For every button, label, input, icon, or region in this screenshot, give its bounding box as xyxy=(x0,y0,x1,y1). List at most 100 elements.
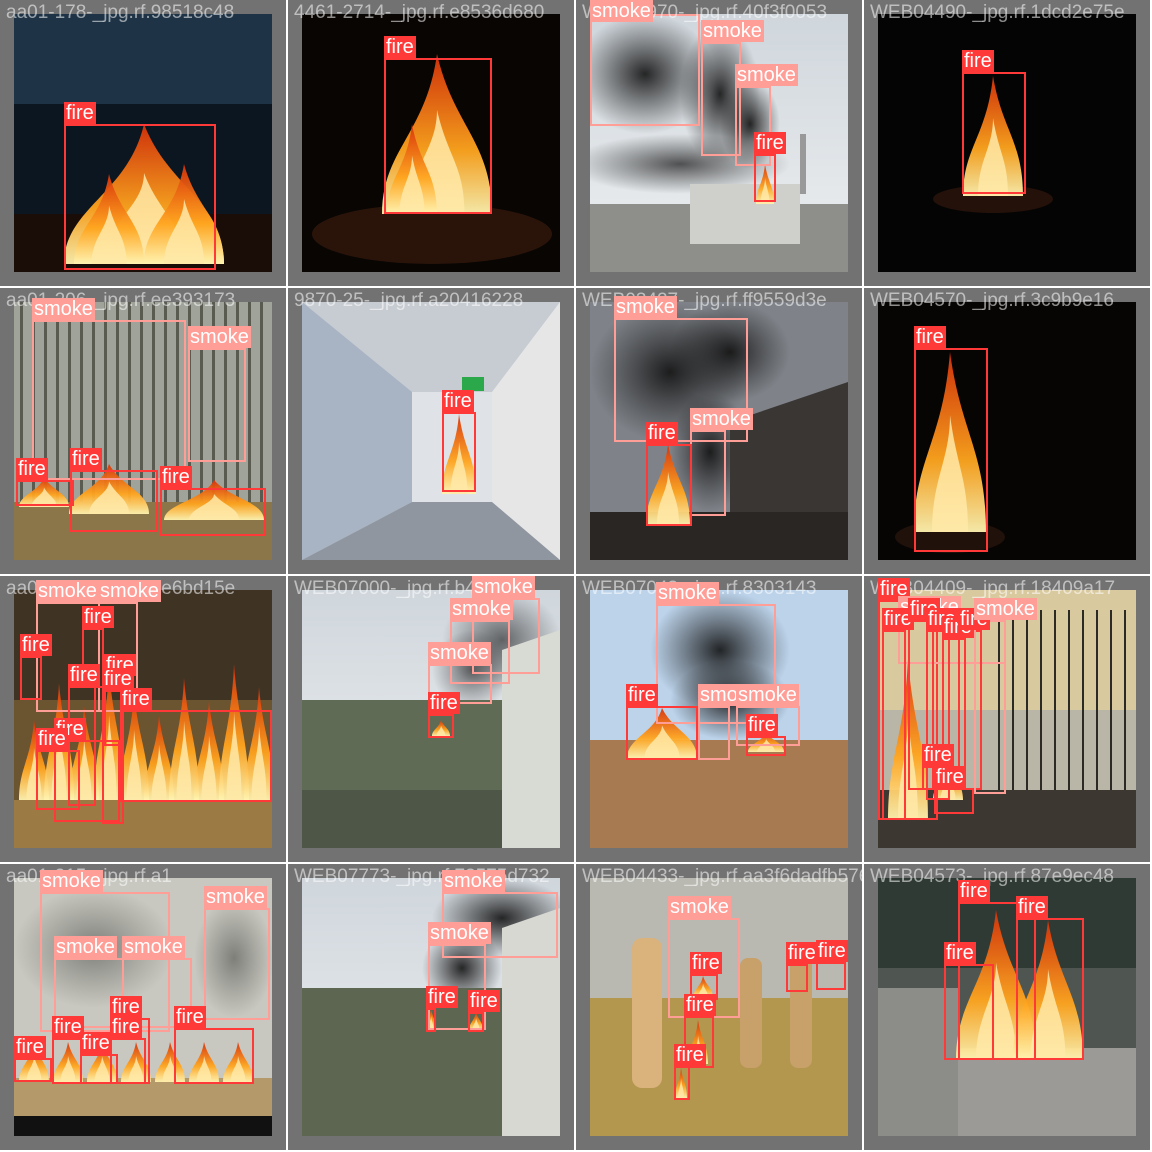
fire-label-tag: fire xyxy=(934,766,966,788)
fire-bounding-box xyxy=(174,1028,254,1084)
fire-label-tag: fire xyxy=(82,606,114,628)
smoke-label-tag: smoke xyxy=(442,870,505,892)
smoke-label-tag: smoke xyxy=(40,870,103,892)
fire-bounding-box xyxy=(754,154,776,202)
fire-label-tag: fire xyxy=(80,1032,112,1054)
fire-label-tag: fire xyxy=(160,466,192,488)
mosaic-tile: WEB04409-_jpg.rf.18409a17firesmokefirefi… xyxy=(864,576,1150,862)
fire-label-tag: fire xyxy=(690,952,722,974)
fire-bounding-box xyxy=(428,714,454,738)
fire-bounding-box xyxy=(674,1066,690,1100)
mosaic-tile: aa01-201-_jpg.rf.0e6bd15esmokesmokefiref… xyxy=(0,576,286,862)
fire-bounding-box xyxy=(816,962,846,990)
fire-bounding-box xyxy=(102,690,124,824)
smoke-bounding-box xyxy=(32,320,186,480)
smoke-label-tag: smoke xyxy=(736,684,799,706)
fire-bounding-box xyxy=(934,788,974,814)
tile-filename: WEB04570-_jpg.rf.3c9b9e16 xyxy=(870,290,1114,311)
fire-label-tag: fire xyxy=(626,684,658,706)
fire-label-tag: fire xyxy=(14,1036,46,1058)
smoke-label-tag: smoke xyxy=(472,576,535,598)
smoke-label-tag: smoke xyxy=(668,896,731,918)
mosaic-tile: WEB07000-_jpg.rf.b4b2a0e smoke smoke smoke f… xyxy=(288,576,574,862)
fire-label-tag: fire xyxy=(384,36,416,58)
smoke-label-tag: smoke xyxy=(36,580,99,602)
fire-bounding-box xyxy=(914,348,988,552)
smoke-label-tag: smoke xyxy=(735,64,798,86)
smoke-bounding-box xyxy=(974,620,1006,794)
smoke-label-tag: smoke xyxy=(656,582,719,604)
fire-bounding-box xyxy=(14,1058,52,1082)
fire-label-tag: fire xyxy=(174,1006,206,1028)
fire-label-tag: fire xyxy=(20,634,52,656)
smoke-label-tag: smoke xyxy=(428,642,491,664)
fire-label-tag: fire xyxy=(786,942,818,964)
tile-filename: 4461-2714-_jpg.rf.e8536d680 xyxy=(294,2,545,23)
mosaic-tile: 9870-25-_jpg.rf.a20416228 fire xyxy=(288,288,574,574)
fire-label-tag: fire xyxy=(468,990,500,1012)
tile-filename: WEB07773-_jpg.rf.73575d732 xyxy=(294,866,550,887)
fire-bounding-box xyxy=(646,444,692,526)
smoke-label-tag: smoke xyxy=(590,0,653,22)
smoke-label-tag: smoke xyxy=(974,598,1037,620)
fire-bounding-box xyxy=(120,710,272,802)
fire-bounding-box xyxy=(64,124,216,270)
smoke-label-tag: smoke xyxy=(98,580,161,602)
fire-label-tag: fire xyxy=(684,994,716,1016)
tile-filename: WEB04573-_jpg.rf.87e9ec48 xyxy=(870,866,1114,887)
fire-label-tag: fire xyxy=(746,714,778,736)
smoke-bounding-box xyxy=(590,14,700,126)
mosaic-tile: aa01-178-_jpg.rf.98518c48 fire xyxy=(0,0,286,286)
smoke-bounding-box xyxy=(698,706,730,760)
fire-bounding-box xyxy=(626,706,698,760)
mosaic-tile: WEB04570-_jpg.rf.3c9b9e16 fire xyxy=(864,288,1150,574)
fire-label-tag: fire xyxy=(944,942,976,964)
fire-label-tag: fire xyxy=(442,390,474,412)
fire-label-tag: fire xyxy=(102,668,134,690)
fire-bounding-box xyxy=(52,1038,82,1084)
fire-label-tag: fire xyxy=(958,880,990,902)
mosaic-tile: WEB04490-_jpg.rf.1dcd2e75e fire xyxy=(864,0,1150,286)
mosaic-tile: WEB04573-_jpg.rf.87e9ec48 fire fire fire xyxy=(864,864,1150,1150)
fire-label-tag: fire xyxy=(68,664,100,686)
smoke-label-tag: smoke xyxy=(54,936,117,958)
mosaic-tile: WEB07773-_jpg.rf.73575d732 smoke smoke fire… xyxy=(288,864,574,1150)
fire-label-tag: fire xyxy=(428,692,460,714)
fire-bounding-box xyxy=(16,480,74,506)
mosaic-tile: 4461-2714-_jpg.rf.e8536d680fire xyxy=(288,0,574,286)
smoke-bounding-box xyxy=(204,908,270,1020)
fire-label-tag: fire xyxy=(16,458,48,480)
fire-label-tag: fire xyxy=(120,688,152,710)
smoke-label-tag: smoke xyxy=(204,886,267,908)
fire-bounding-box xyxy=(882,630,906,820)
tile-filename: WEB04433-_jpg.rf.aa3f6dadfb5769 xyxy=(582,866,862,887)
fire-label-tag: fire xyxy=(70,448,102,470)
fire-bounding-box xyxy=(70,470,158,532)
fire-bounding-box xyxy=(20,656,42,700)
mosaic-tile: aa01-215-_jpg.rf.a1smokesmokesmokesmokef… xyxy=(0,864,286,1150)
fire-bounding-box xyxy=(1016,918,1084,1060)
fire-bounding-box xyxy=(426,1008,436,1032)
smoke-label-tag: smoke xyxy=(122,936,185,958)
smoke-label-tag: smoke xyxy=(188,326,251,348)
fire-label-tag: fire xyxy=(922,744,954,766)
fire-label-tag: fire xyxy=(36,728,68,750)
smoke-label-tag: smoke xyxy=(701,20,764,42)
smoke-label-tag: smoke xyxy=(614,296,677,318)
fire-bounding-box xyxy=(468,1012,484,1032)
fire-label-tag: fire xyxy=(646,422,678,444)
fire-label-tag: fire xyxy=(1016,896,1048,918)
mosaic-tile: WEB03427-_jpg.rf.ff9559d3e smoke smoke fire xyxy=(576,288,862,574)
smoke-bounding-box xyxy=(188,348,246,462)
scene-photo xyxy=(302,302,560,560)
fire-label-tag: fire xyxy=(64,102,96,124)
fire-bounding-box xyxy=(160,488,266,536)
fire-label-tag: fire xyxy=(674,1044,706,1066)
smoke-bounding-box xyxy=(690,430,726,516)
fire-bounding-box xyxy=(944,964,994,1060)
smoke-label-tag: smoke xyxy=(428,922,491,944)
fire-bounding-box xyxy=(36,750,80,810)
tile-filename: WEB04490-_jpg.rf.1dcd2e75e xyxy=(870,2,1125,23)
smoke-label-tag: smoke xyxy=(690,408,753,430)
scene-image xyxy=(302,302,560,560)
